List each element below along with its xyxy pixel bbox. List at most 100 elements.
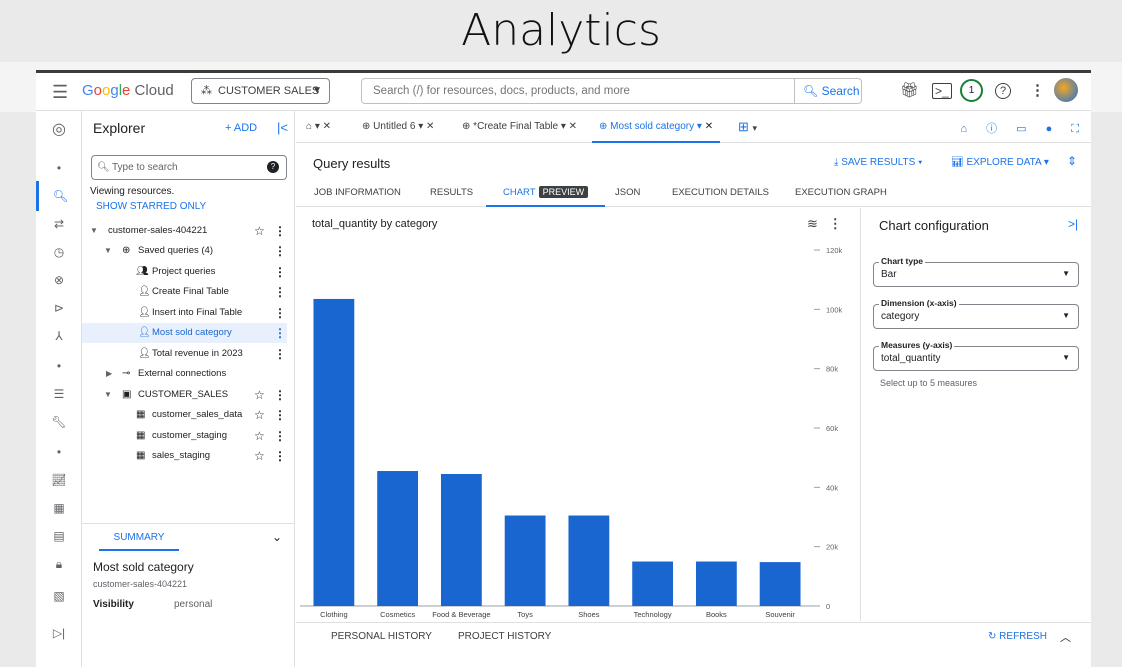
close-panel-icon[interactable]: >|	[1068, 217, 1078, 231]
star-icon[interactable]: ☆	[254, 221, 265, 241]
project-selector[interactable]: ⁂ CUSTOMER SALES ▼	[191, 78, 330, 104]
expand-arrow-icon[interactable]: ▶	[106, 364, 112, 384]
chevron-up-icon[interactable]: ︿	[1060, 629, 1071, 645]
tree-item-query[interactable]: 👤︎ Insert into Final Table ⋮	[82, 303, 287, 323]
chart-type-select[interactable]: Chart type Bar ▼	[873, 256, 1079, 287]
more-vert-icon[interactable]: ⋮	[274, 426, 286, 446]
tree-item-dataset[interactable]: ▼ ▣ CUSTOMER_SALES ☆ ⋮	[82, 385, 287, 405]
tree-item-external-connections[interactable]: ▶ ⊸ External connections	[82, 364, 287, 384]
analytics-hub-icon[interactable]: ⊗	[36, 273, 82, 287]
tab-most-sold[interactable]: ⊕ Most sold category ▾ ✕	[592, 111, 721, 143]
star-icon[interactable]: ☆	[254, 426, 265, 446]
tab-execution-graph[interactable]: EXECUTION GRAPH	[795, 180, 887, 207]
add-button[interactable]: + ADD	[225, 122, 257, 134]
explore-data-button[interactable]: 📊︎ EXPLORE DATA ▾	[951, 157, 1049, 168]
tab-job-information[interactable]: JOB INFORMATION	[314, 180, 401, 207]
tab-home[interactable]: ⌂ ▾ ✕	[306, 111, 331, 143]
gift-icon[interactable]: 🎁︎	[900, 81, 919, 99]
table-icon[interactable]: ▤	[36, 529, 82, 543]
show-starred-link[interactable]: SHOW STARRED ONLY	[96, 201, 206, 212]
monitoring-icon[interactable]: 📈︎	[36, 473, 82, 487]
menu-icon[interactable]: ☰	[52, 82, 68, 103]
bar-technology[interactable]	[632, 561, 674, 607]
more-vert-icon[interactable]: ⋮	[274, 282, 286, 302]
tree-item-saved-queries[interactable]: ▼ ⊕ Saved queries (4) ⋮	[82, 241, 287, 261]
tree-item-table[interactable]: ▦ customer_sales_data ☆ ⋮	[82, 405, 287, 425]
tab-execution-details[interactable]: EXECUTION DETAILS	[672, 180, 769, 207]
more-vert-icon[interactable]: ⋮	[1030, 81, 1045, 99]
collapse-explorer-icon[interactable]: |<	[277, 120, 288, 135]
chevron-down-icon[interactable]: ⌄	[272, 530, 282, 544]
expand-arrow-icon[interactable]: ▼	[90, 221, 98, 241]
star-icon[interactable]: ☆	[254, 446, 265, 466]
google-cloud-logo[interactable]: Google Cloud	[82, 82, 174, 99]
search-input[interactable]	[362, 79, 795, 103]
tree-item-project-queries[interactable]: 👥︎ Project queries ⋮	[82, 262, 287, 282]
close-icon[interactable]: ✕	[705, 121, 713, 132]
project-history-tab[interactable]: PROJECT HISTORY	[458, 631, 551, 642]
expand-arrow-icon[interactable]: ▼	[104, 241, 112, 261]
personal-history-tab[interactable]: PERSONAL HISTORY	[331, 631, 432, 642]
pipelines-icon[interactable]: ⅄	[36, 329, 82, 343]
tab-results[interactable]: RESULTS	[430, 180, 473, 207]
measures-select[interactable]: Measures (y-axis) total_quantity ▼	[873, 340, 1079, 371]
dimension-select[interactable]: Dimension (x-axis) category ▼	[873, 298, 1079, 329]
more-vert-icon[interactable]: ⋮	[274, 303, 286, 323]
more-vert-icon[interactable]: ⋮	[274, 385, 286, 405]
refresh-button[interactable]: ↻ REFRESH	[988, 631, 1047, 642]
tree-item-query-selected[interactable]: 👤︎ Most sold category ⋮	[82, 323, 287, 343]
search-nav-icon[interactable]: 🔍︎	[36, 181, 82, 211]
list-icon[interactable]: ☰	[36, 387, 82, 401]
bar-food-beverage[interactable]	[440, 473, 482, 606]
dataflow-icon[interactable]: ⊳	[36, 301, 82, 315]
expand-nav-icon[interactable]: ▷|	[36, 626, 82, 640]
more-vert-icon[interactable]: ⋮	[274, 241, 286, 261]
summary-tab[interactable]: SUMMARY	[99, 532, 179, 551]
bar-shoes[interactable]	[568, 515, 610, 606]
transfers-icon[interactable]: ⇄	[36, 217, 82, 231]
more-vert-icon[interactable]: ⋮	[274, 405, 286, 425]
tab-toolbar-icons[interactable]: ⌂ ⓘ ▭ ● ⛶	[960, 120, 1087, 136]
star-icon[interactable]: ☆	[254, 385, 265, 405]
more-vert-icon[interactable]: ⋮	[274, 221, 286, 241]
bar-toys[interactable]	[504, 515, 546, 606]
more-vert-icon[interactable]: ⋮	[274, 262, 286, 282]
close-icon[interactable]: ✕	[569, 121, 577, 132]
tree-item-project[interactable]: ▼ customer-sales-404221 ☆ ⋮	[82, 221, 287, 241]
bar-books[interactable]	[695, 561, 737, 607]
bar-souvenir[interactable]	[759, 562, 801, 606]
search-button[interactable]: 🔍︎ Search	[794, 79, 861, 103]
help-icon[interactable]: ?	[995, 83, 1011, 99]
field-label: Dimension (x-axis)	[879, 298, 959, 308]
close-icon[interactable]: ✕	[426, 121, 434, 132]
tree-item-table[interactable]: ▦ sales_staging ☆ ⋮	[82, 446, 287, 466]
new-tab-icon[interactable]: ⊞ ▾	[738, 111, 757, 143]
more-vert-icon[interactable]: ⋮	[274, 446, 286, 466]
notes-icon[interactable]: ▧	[36, 589, 82, 603]
tree-item-table[interactable]: ▦ customer_staging ☆ ⋮	[82, 426, 287, 446]
bar-cosmetics[interactable]	[377, 471, 419, 606]
wrench-icon[interactable]: 🔧︎	[36, 415, 82, 429]
notifications-badge[interactable]: 1	[960, 79, 983, 102]
bigquery-logo-icon[interactable]: ◎	[36, 119, 82, 139]
lock-icon[interactable]: 🔒︎	[36, 557, 82, 572]
history-icon[interactable]: ◷	[36, 245, 82, 259]
more-vert-icon[interactable]: ⋮	[274, 323, 286, 343]
bar-clothing[interactable]	[313, 298, 355, 606]
avatar[interactable]	[1054, 78, 1078, 102]
tab-chart[interactable]: CHART PREVIEW	[486, 180, 606, 207]
dashboard-icon[interactable]: ▦	[36, 501, 82, 515]
more-vert-icon[interactable]: ⋮	[274, 344, 286, 364]
collapse-results-icon[interactable]: ⇕	[1067, 154, 1077, 168]
save-results-button[interactable]: ⤓ SAVE RESULTS ▾	[834, 157, 922, 168]
cloud-shell-icon[interactable]: >_	[932, 83, 952, 99]
star-icon[interactable]: ☆	[254, 405, 265, 425]
tree-item-query[interactable]: 👤︎ Total revenue in 2023 ⋮	[82, 344, 287, 364]
tab-untitled[interactable]: ⊕ Untitled 6 ▾ ✕	[362, 111, 434, 143]
expand-arrow-icon[interactable]: ▼	[104, 385, 112, 405]
tab-json[interactable]: JSON	[615, 180, 640, 207]
help-icon[interactable]: ?	[267, 161, 279, 173]
tab-create-final[interactable]: ⊕ *Create Final Table ▾ ✕	[462, 111, 577, 143]
explorer-search-input[interactable]: 🔍︎ Type to search ?	[91, 155, 287, 180]
tree-item-query[interactable]: 👤︎ Create Final Table ⋮	[82, 282, 287, 302]
